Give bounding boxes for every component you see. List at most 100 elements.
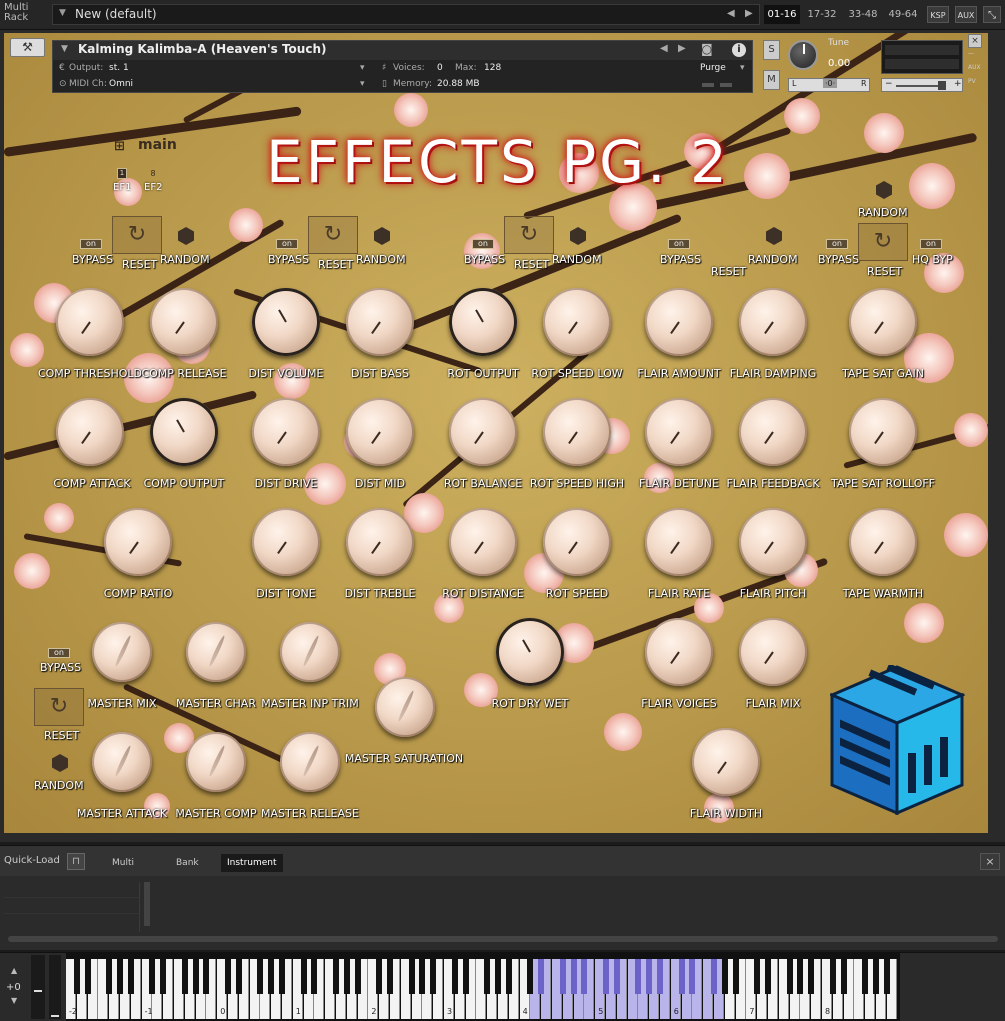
dist-mid-knob[interactable]: [346, 398, 414, 466]
quick-load-vscroll[interactable]: [144, 882, 150, 926]
flair-rate-knob[interactable]: [645, 508, 713, 576]
black-key[interactable]: [279, 959, 285, 994]
black-key[interactable]: [657, 959, 663, 994]
flair-voices-knob[interactable]: [645, 618, 713, 686]
mod-wheel[interactable]: [49, 955, 61, 1019]
rack-tab-17-32[interactable]: 17-32: [804, 5, 840, 24]
black-key[interactable]: [505, 959, 512, 994]
black-key[interactable]: [117, 959, 123, 994]
black-key[interactable]: [387, 959, 393, 994]
black-key[interactable]: [678, 959, 685, 994]
quick-load-tab-multi[interactable]: Multi: [106, 854, 140, 872]
black-key[interactable]: [419, 959, 426, 994]
midi-dropdown-icon[interactable]: ▾: [360, 79, 365, 89]
rot-reset-button[interactable]: ↻: [504, 216, 554, 254]
black-key[interactable]: [613, 959, 620, 994]
black-key[interactable]: [808, 959, 815, 994]
ef1-toggle[interactable]: 1: [117, 168, 127, 179]
rot-distance-knob[interactable]: [449, 508, 517, 576]
black-key[interactable]: [883, 959, 890, 994]
rot-speed-high-knob[interactable]: [543, 398, 611, 466]
black-key[interactable]: [484, 959, 491, 994]
quick-load-tab-bank[interactable]: Bank: [170, 854, 205, 872]
close-quick-load-icon[interactable]: ×: [980, 853, 1000, 870]
flair-bypass-toggle[interactable]: on: [668, 239, 690, 249]
black-key[interactable]: [451, 959, 458, 994]
aux-small-label[interactable]: AUX: [968, 64, 981, 71]
next-instrument-icon[interactable]: ▶: [678, 43, 686, 54]
prev-multi-icon[interactable]: ◀: [727, 8, 735, 19]
black-key[interactable]: [311, 959, 318, 994]
rot-balance-knob[interactable]: [449, 398, 517, 466]
master-comp-knob[interactable]: [186, 732, 246, 792]
rot-speed-low-knob[interactable]: [543, 288, 611, 356]
black-key[interactable]: [268, 959, 275, 994]
rack-tab-01-16[interactable]: 01-16: [764, 5, 800, 24]
octave-down-icon[interactable]: ▼: [11, 996, 17, 1005]
comp-ratio-knob[interactable]: [104, 508, 172, 576]
master-saturation-knob[interactable]: [375, 677, 435, 737]
rot-speed-knob[interactable]: [543, 508, 611, 576]
black-key[interactable]: [646, 959, 653, 994]
piano-keys[interactable]: -2 -1 0 1 2 3 4 5 6 7 8: [66, 953, 900, 1021]
ef2-toggle[interactable]: 8: [148, 168, 158, 179]
comp-release-knob[interactable]: [150, 288, 218, 356]
dist-volume-knob[interactable]: [252, 288, 320, 356]
multi-preset-dropdown[interactable]: ▼ New (default) ◀ ▶: [52, 4, 760, 25]
black-key[interactable]: [873, 959, 879, 994]
lock-icon[interactable]: ⊓: [67, 853, 85, 870]
dist-bypass-toggle[interactable]: on: [276, 239, 298, 249]
black-key[interactable]: [840, 959, 847, 994]
master-mix-knob[interactable]: [92, 622, 152, 682]
mute-button[interactable]: M: [763, 70, 780, 90]
black-key[interactable]: [527, 959, 534, 994]
black-key[interactable]: [635, 959, 642, 994]
flair-detune-knob[interactable]: [645, 398, 713, 466]
comp-bypass-toggle[interactable]: on: [80, 239, 102, 249]
black-key[interactable]: [581, 959, 588, 994]
black-key[interactable]: [732, 959, 739, 994]
rack-tab-33-48[interactable]: 33-48: [844, 5, 882, 24]
output-value[interactable]: st. 1: [109, 63, 129, 73]
pitch-wheel[interactable]: [31, 955, 45, 1019]
flair-feedback-knob[interactable]: [739, 398, 807, 466]
collapse-arrow-icon[interactable]: ▼: [61, 44, 68, 54]
tune-knob[interactable]: [788, 40, 818, 70]
black-key[interactable]: [235, 959, 242, 994]
black-key[interactable]: [160, 959, 167, 994]
comp-attack-knob[interactable]: [56, 398, 124, 466]
black-key[interactable]: [430, 959, 437, 994]
master-release-knob[interactable]: [280, 732, 340, 792]
comp-reset-button[interactable]: ↻: [112, 216, 162, 254]
purge-button[interactable]: Purge: [700, 63, 726, 73]
dist-drive-knob[interactable]: [252, 398, 320, 466]
flair-pitch-knob[interactable]: [739, 508, 807, 576]
black-key[interactable]: [570, 959, 577, 994]
master-attack-knob[interactable]: [92, 732, 152, 792]
next-multi-icon[interactable]: ▶: [745, 8, 753, 19]
master-char-knob[interactable]: [186, 622, 246, 682]
black-key[interactable]: [354, 959, 361, 994]
black-key[interactable]: [333, 959, 339, 994]
black-key[interactable]: [711, 959, 717, 994]
quick-load-tab-instrument[interactable]: Instrument: [221, 854, 283, 872]
black-key[interactable]: [829, 959, 836, 994]
tape-sat-rolloff-knob[interactable]: [849, 398, 917, 466]
black-key[interactable]: [181, 959, 188, 994]
rot-dry-wet-knob[interactable]: [496, 618, 564, 686]
octave-up-icon[interactable]: ▲: [11, 966, 17, 975]
black-key[interactable]: [257, 959, 264, 994]
black-key[interactable]: [721, 959, 728, 994]
comp-output-knob[interactable]: [150, 398, 218, 466]
dist-reset-button[interactable]: ↻: [308, 216, 358, 254]
tape-reset-button[interactable]: ↻: [858, 223, 908, 261]
tape-warmth-knob[interactable]: [849, 508, 917, 576]
aux-button[interactable]: AUX: [955, 6, 977, 23]
black-key[interactable]: [149, 959, 156, 994]
pan-slider[interactable]: L ·0· R: [788, 78, 870, 92]
flair-width-knob[interactable]: [692, 728, 760, 796]
black-key[interactable]: [376, 959, 383, 994]
black-key[interactable]: [559, 959, 566, 994]
master-reset-button[interactable]: ↻: [34, 688, 84, 726]
black-key[interactable]: [106, 959, 113, 994]
